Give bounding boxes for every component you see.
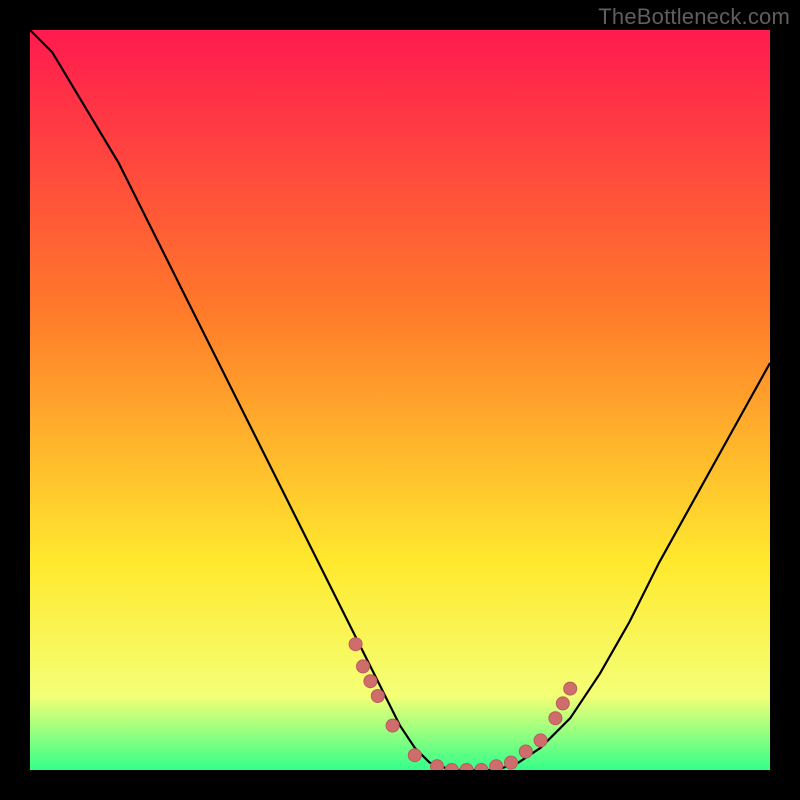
plot-area xyxy=(30,30,770,770)
data-point xyxy=(519,745,532,758)
data-point xyxy=(408,749,421,762)
data-point xyxy=(564,682,577,695)
data-point xyxy=(549,712,562,725)
data-point xyxy=(349,638,362,651)
data-point xyxy=(364,675,377,688)
data-point xyxy=(556,697,569,710)
watermark-text: TheBottleneck.com xyxy=(598,4,790,30)
bottleneck-chart xyxy=(30,30,770,770)
data-point xyxy=(431,760,444,770)
data-point xyxy=(505,756,518,769)
data-point xyxy=(490,760,503,770)
gradient-background xyxy=(30,30,770,770)
chart-frame: TheBottleneck.com xyxy=(0,0,800,800)
data-point xyxy=(357,660,370,673)
data-point xyxy=(371,690,384,703)
data-point xyxy=(534,734,547,747)
data-point xyxy=(386,719,399,732)
